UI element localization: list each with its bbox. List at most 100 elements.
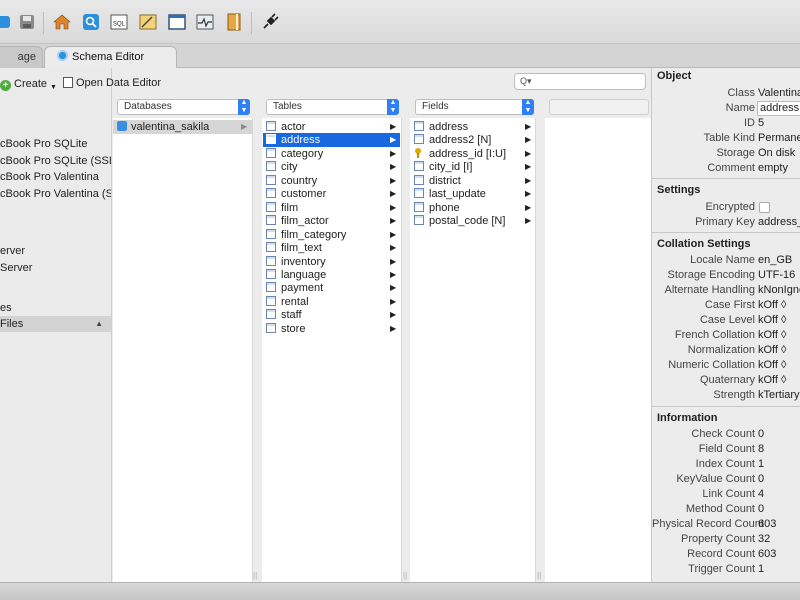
field-row[interactable]: city_id [I] ▶ [411, 160, 534, 174]
property-label: Record Count [687, 548, 755, 560]
tab-label: age [17, 51, 36, 63]
table-row[interactable]: city ▶ [263, 160, 400, 174]
chevron-right-icon: ▶ [241, 122, 248, 131]
table-row[interactable]: film_actor ▶ [263, 214, 400, 228]
table-row[interactable]: customer ▶ [263, 187, 400, 201]
property-label: Case Level [699, 314, 755, 326]
table-row[interactable]: store ▶ [263, 322, 400, 336]
table-row[interactable]: staff ▶ [263, 308, 400, 322]
create-button[interactable]: + Create ▼ [0, 76, 57, 92]
property-select[interactable]: kTertiary ◊ [758, 389, 800, 401]
home-icon[interactable] [53, 13, 71, 31]
table-icon [266, 242, 276, 253]
table-row[interactable]: film_category ▶ [263, 228, 400, 242]
sidebar-item-macbook-sqlite-ssl[interactable]: cBook Pro SQLite (SSL) [0, 153, 111, 169]
sidebar-item-label: Files [0, 318, 24, 330]
tables-popup[interactable]: Tables ▲ ▼ [266, 99, 399, 115]
property-label: Trigger Count [688, 563, 755, 575]
toolbar-separator [43, 12, 44, 34]
save-icon[interactable] [18, 13, 36, 31]
properties-panel: Object ClassValentina TNameaddressID5Tabl… [651, 68, 800, 582]
field-row[interactable]: address_id [I:U] ▶ [411, 147, 534, 161]
property-select[interactable]: kOff ◊ [758, 374, 786, 386]
field-row[interactable]: last_update ▶ [411, 187, 534, 201]
property-label: Case First [704, 299, 755, 311]
table-row[interactable]: inventory ▶ [263, 255, 400, 269]
column-resize-handle[interactable]: || [537, 571, 541, 580]
property-label: Class [727, 87, 755, 99]
property-label: KeyValue Count [676, 473, 755, 485]
field-row[interactable]: district ▶ [411, 174, 534, 188]
property-label: Numeric Collation [668, 359, 755, 371]
column-resize-handle[interactable]: || [403, 571, 407, 580]
fields-popup[interactable]: Fields ▲ ▼ [415, 99, 534, 115]
sidebar-item-macbook-valentina[interactable]: cBook Pro Valentina [0, 169, 111, 185]
find-icon[interactable] [82, 13, 100, 31]
property-select[interactable]: kOff ◊ [758, 299, 786, 311]
table-row[interactable]: film_text ▶ [263, 241, 400, 255]
table-row[interactable]: country ▶ [263, 174, 400, 188]
field-icon [414, 134, 424, 145]
table-row[interactable]: payment ▶ [263, 281, 400, 295]
tab-manage[interactable]: age [0, 46, 43, 68]
sidebar-item-label: Server [0, 262, 33, 274]
database-row[interactable]: valentina_sakila ▶ [113, 120, 252, 134]
field-icon [414, 201, 424, 212]
property-select[interactable]: kOff ◊ [758, 359, 786, 371]
sidebar-item-label: cBook Pro SQLite [0, 138, 88, 150]
table-row[interactable]: category ▶ [263, 147, 400, 161]
open-data-editor-button[interactable]: Open Data Editor [63, 75, 161, 91]
name-field[interactable]: address [757, 101, 800, 116]
property-value: 5 [758, 117, 765, 129]
table-row[interactable]: language ▶ [263, 268, 400, 282]
sidebar-item-files[interactable]: Files ▲ [0, 316, 111, 332]
chevron-right-icon: ▶ [390, 283, 397, 293]
property-value: 603 [758, 548, 777, 560]
field-row[interactable]: postal_code [N] ▶ [411, 214, 534, 228]
property-value: empty [758, 162, 788, 174]
tab-schema-editor[interactable]: Schema Editor [44, 46, 177, 68]
layout-icon[interactable] [168, 13, 186, 31]
table-row[interactable]: actor ▶ [263, 120, 400, 134]
fields-popup-label: Fields [422, 101, 449, 112]
field-row[interactable]: address2 [N] ▶ [411, 133, 534, 147]
report-icon[interactable] [139, 13, 157, 31]
chevron-right-icon: ▶ [390, 310, 397, 320]
column-resize-handle[interactable]: || [253, 571, 257, 580]
empty-popup[interactable] [549, 99, 649, 115]
property-value: UTF-16 [758, 269, 796, 281]
field-icon [414, 161, 424, 172]
chevron-right-icon: ▶ [390, 202, 397, 212]
sidebar-item-server-2[interactable]: Server [0, 260, 111, 276]
plugin-icon[interactable] [261, 13, 279, 31]
property-value: 1 [758, 458, 765, 470]
eject-icon[interactable]: ▲ [95, 316, 103, 332]
sidebar-item-macbook-valentina-ssl[interactable]: cBook Pro Valentina (S... [0, 186, 111, 202]
database-icon[interactable] [0, 13, 12, 31]
book-icon[interactable] [225, 13, 243, 31]
status-bar [0, 582, 800, 600]
sidebar-item-macbook-sqlite[interactable]: cBook Pro SQLite [0, 136, 111, 152]
field-row[interactable]: phone ▶ [411, 201, 534, 215]
table-row[interactable]: address ▶ [263, 133, 400, 148]
property-select[interactable]: kOff ◊ [758, 314, 786, 326]
table-row[interactable]: rental ▶ [263, 295, 400, 309]
table-icon [266, 134, 276, 145]
svg-text:SQL: SQL [113, 22, 126, 28]
search-input[interactable]: Q▾ [514, 73, 646, 90]
property-select[interactable]: kOff ◊ [758, 344, 786, 356]
property-label: Name [725, 102, 755, 114]
table-row[interactable]: film ▶ [263, 201, 400, 215]
table-label: customer [281, 188, 327, 201]
databases-popup[interactable]: Databases ▲ ▼ [117, 99, 250, 115]
chevron-right-icon: ▶ [390, 135, 397, 145]
table-icon [266, 161, 276, 172]
monitor-icon[interactable] [196, 13, 214, 31]
property-select[interactable]: kOff ◊ [758, 329, 786, 341]
field-row[interactable]: address ▶ [411, 120, 534, 134]
table-label: address [281, 134, 321, 147]
sidebar-item-server[interactable]: erver [0, 243, 111, 259]
sql-icon[interactable]: SQL [110, 13, 128, 31]
encrypted-checkbox[interactable] [759, 202, 770, 213]
sidebar-item-es[interactable]: es [0, 300, 111, 316]
